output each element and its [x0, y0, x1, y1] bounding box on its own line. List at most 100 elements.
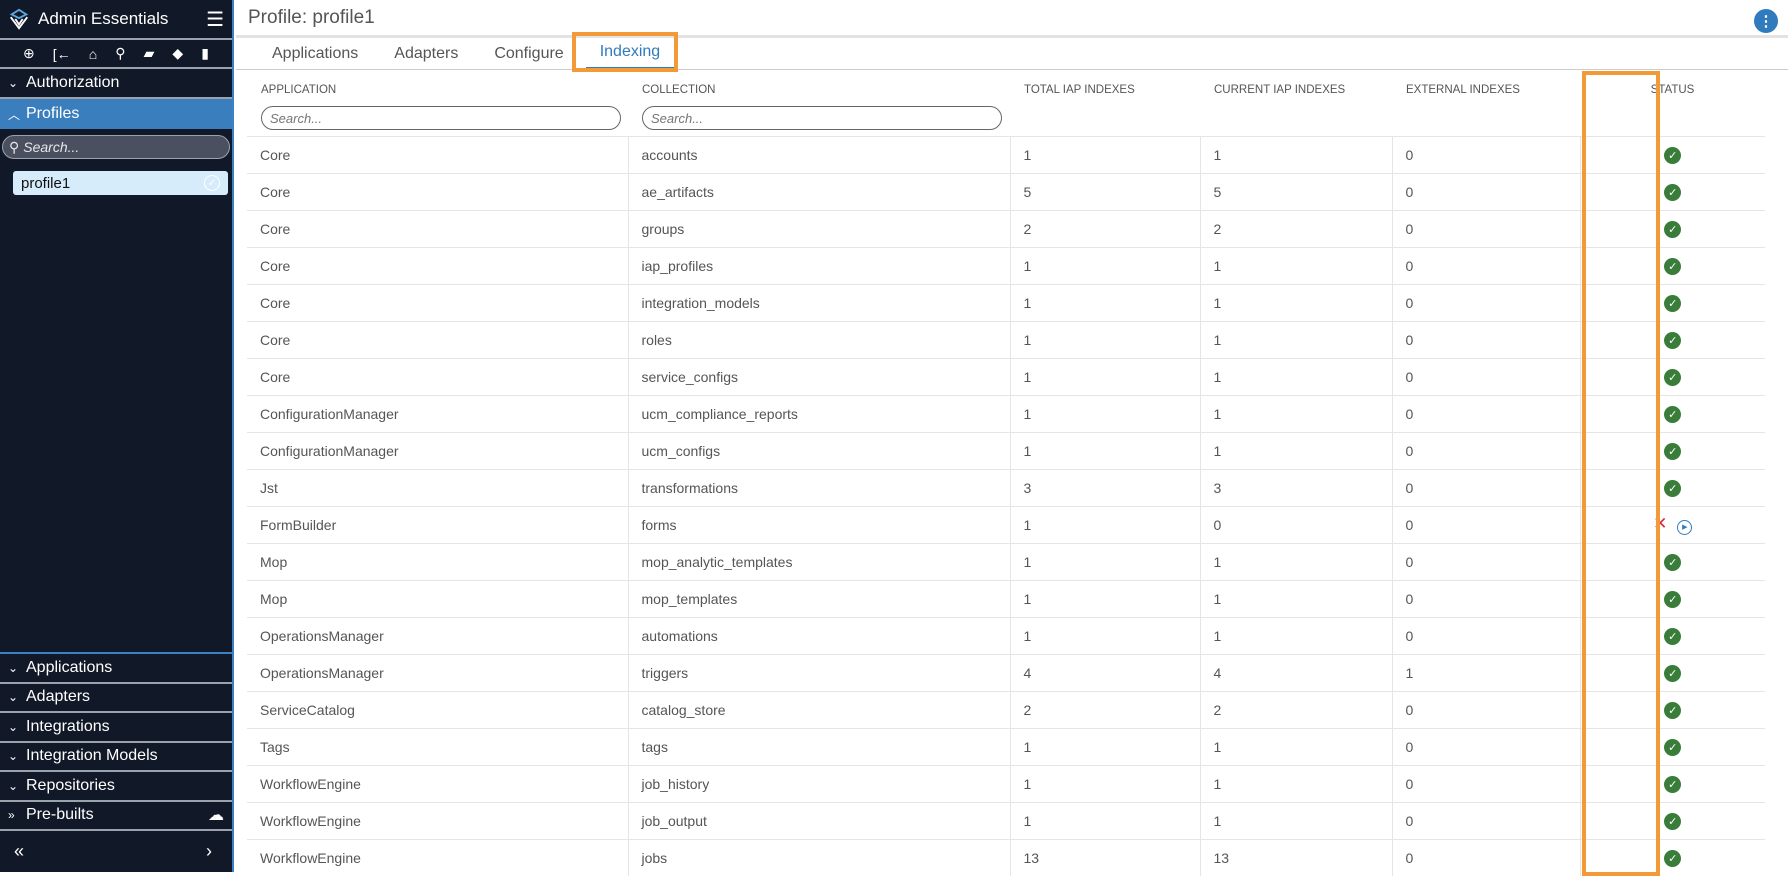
- status-cell: ✓: [1579, 209, 1765, 247]
- profile-list-item[interactable]: profile1 ✓: [13, 171, 228, 195]
- external-indexes-cell: 0: [1391, 431, 1580, 469]
- status-cell: ✓: [1579, 135, 1765, 173]
- sidebar-section-profiles[interactable]: ︿ Profiles: [0, 99, 232, 129]
- table-body: Core accounts 1 1 0 ✓ Core ae_artifacts 5 5 0 ✓ Core…: [247, 135, 1765, 876]
- collection-cell: jobs: [627, 838, 1010, 876]
- application-cell: Core: [247, 209, 628, 247]
- home-icon[interactable]: ⌂: [89, 46, 97, 62]
- total-indexes-cell: 1: [1009, 801, 1200, 839]
- current-indexes-cell: 1: [1199, 283, 1392, 321]
- column-header-external: EXTERNAL INDEXES: [1406, 84, 1520, 96]
- total-indexes-cell: 1: [1009, 579, 1200, 617]
- sidebar-section-integration-models[interactable]: ⌄ Integration Models: [0, 743, 232, 772]
- application-cell: ServiceCatalog: [247, 690, 628, 728]
- application-search-input[interactable]: [261, 106, 621, 130]
- collection-cell: ucm_configs: [627, 431, 1010, 469]
- table-row: ServiceCatalog catalog_store 2 2 0 ✓: [247, 690, 1765, 728]
- check-circle-icon: ✓: [1664, 294, 1682, 312]
- sidebar-section-authorization[interactable]: ⌄ Authorization: [0, 69, 232, 99]
- total-indexes-cell: 3: [1009, 468, 1200, 506]
- collection-cell: job_output: [627, 801, 1010, 839]
- total-indexes-cell: 1: [1009, 431, 1200, 469]
- table-row: Core roles 1 1 0 ✓: [247, 320, 1765, 358]
- collection-cell: ae_artifacts: [627, 172, 1010, 210]
- sidebar-section-pre-builts[interactable]: » Pre-builts ☁: [0, 802, 232, 831]
- file-icon[interactable]: ▮: [201, 45, 209, 62]
- external-indexes-cell: 0: [1391, 246, 1580, 284]
- hamburger-menu-icon[interactable]: ☰: [206, 7, 224, 32]
- chevron-down-icon: ⌄: [8, 749, 19, 764]
- sidebar-header: Admin Essentials ☰: [0, 0, 232, 40]
- tab-applications[interactable]: Applications: [258, 45, 372, 69]
- table-row: FormBuilder forms 1 0 0 ✕ ▶: [247, 505, 1765, 543]
- page-header: Profile: profile1 ⋮: [236, 0, 1788, 38]
- current-indexes-cell: 1: [1199, 246, 1392, 284]
- total-indexes-cell: 1: [1009, 246, 1200, 284]
- status-cell: ✓: [1579, 246, 1765, 284]
- external-indexes-cell: 0: [1391, 579, 1580, 617]
- status-cell: ✓: [1579, 579, 1765, 617]
- external-indexes-cell: 0: [1391, 727, 1580, 765]
- sidebar-section-applications[interactable]: ⌄ Applications: [0, 654, 232, 684]
- tab-adapters[interactable]: Adapters: [380, 45, 472, 69]
- check-circle-icon: ✓: [1664, 183, 1682, 201]
- expand-icon[interactable]: ›: [206, 841, 212, 862]
- status-cell: ✓: [1579, 690, 1765, 728]
- check-circle-icon[interactable]: ✓: [204, 175, 220, 191]
- logout-icon[interactable]: [←: [53, 46, 71, 62]
- application-cell: Core: [247, 172, 628, 210]
- table-row: Core iap_profiles 1 1 0 ✓: [247, 246, 1765, 284]
- application-cell: Mop: [247, 542, 628, 580]
- collection-cell: groups: [627, 209, 1010, 247]
- add-icon[interactable]: ⊕: [23, 45, 35, 62]
- current-indexes-cell: 2: [1199, 209, 1392, 247]
- collection-cell: ucm_compliance_reports: [627, 394, 1010, 432]
- search-icon[interactable]: ⚲: [115, 45, 125, 62]
- application-cell: OperationsManager: [247, 653, 628, 691]
- external-indexes-cell: 0: [1391, 394, 1580, 432]
- page-title: Profile: profile1: [248, 6, 375, 28]
- current-indexes-cell: 1: [1199, 616, 1392, 654]
- total-indexes-cell: 1: [1009, 764, 1200, 802]
- application-cell: Mop: [247, 579, 628, 617]
- application-cell: Core: [247, 357, 628, 395]
- check-circle-icon: ✓: [1664, 627, 1682, 645]
- total-indexes-cell: 1: [1009, 283, 1200, 321]
- section-label: Authorization: [26, 74, 120, 91]
- briefcase-icon[interactable]: ▰: [144, 45, 155, 62]
- collapse-sidebar-icon[interactable]: «: [14, 841, 24, 862]
- status-cell: ✓: [1579, 616, 1765, 654]
- check-circle-icon: ✓: [1664, 812, 1682, 830]
- collection-search-input[interactable]: [642, 106, 1002, 130]
- section-label: Repositories: [26, 776, 115, 794]
- total-indexes-cell: 13: [1009, 838, 1200, 876]
- sidebar-section-repositories[interactable]: ⌄ Repositories: [0, 772, 232, 802]
- tab-configure[interactable]: Configure: [480, 45, 577, 69]
- app-logo-icon: [9, 8, 29, 30]
- total-indexes-cell: 1: [1009, 394, 1200, 432]
- collection-cell: service_configs: [627, 357, 1010, 395]
- table-row: WorkflowEngine job_history 1 1 0 ✓: [247, 764, 1765, 802]
- tag-icon[interactable]: ◆: [172, 45, 183, 62]
- profiles-search-input[interactable]: ⚲ Search...: [2, 135, 230, 159]
- collection-cell: automations: [627, 616, 1010, 654]
- application-cell: WorkflowEngine: [247, 838, 628, 876]
- current-indexes-cell: 0: [1199, 505, 1392, 543]
- sidebar-toolbar: ⊕ [← ⌂ ⚲ ▰ ◆ ▮: [0, 40, 232, 69]
- status-cell: ✕ ▶: [1579, 505, 1765, 543]
- check-circle-icon: ✓: [1664, 220, 1682, 238]
- table-row: Core accounts 1 1 0 ✓: [247, 135, 1765, 173]
- cloud-icon[interactable]: ☁: [208, 805, 224, 825]
- application-cell: Jst: [247, 468, 628, 506]
- table-row: Tags tags 1 1 0 ✓: [247, 727, 1765, 765]
- external-indexes-cell: 0: [1391, 542, 1580, 580]
- table-row: Core service_configs 1 1 0 ✓: [247, 357, 1765, 395]
- check-circle-icon: ✓: [1664, 442, 1682, 460]
- sidebar-section-integrations[interactable]: ⌄ Integrations: [0, 713, 232, 743]
- play-circle-icon[interactable]: ▶: [1677, 519, 1693, 535]
- sidebar-section-adapters[interactable]: ⌄ Adapters: [0, 684, 232, 713]
- total-indexes-cell: 1: [1009, 320, 1200, 358]
- status-cell: ✓: [1579, 320, 1765, 358]
- more-options-icon[interactable]: ⋮: [1754, 9, 1778, 33]
- sidebar-bottom-sections: ⌄ Applications ⌄ Adapters ⌄ Integrations ⌄ I…: [0, 652, 232, 871]
